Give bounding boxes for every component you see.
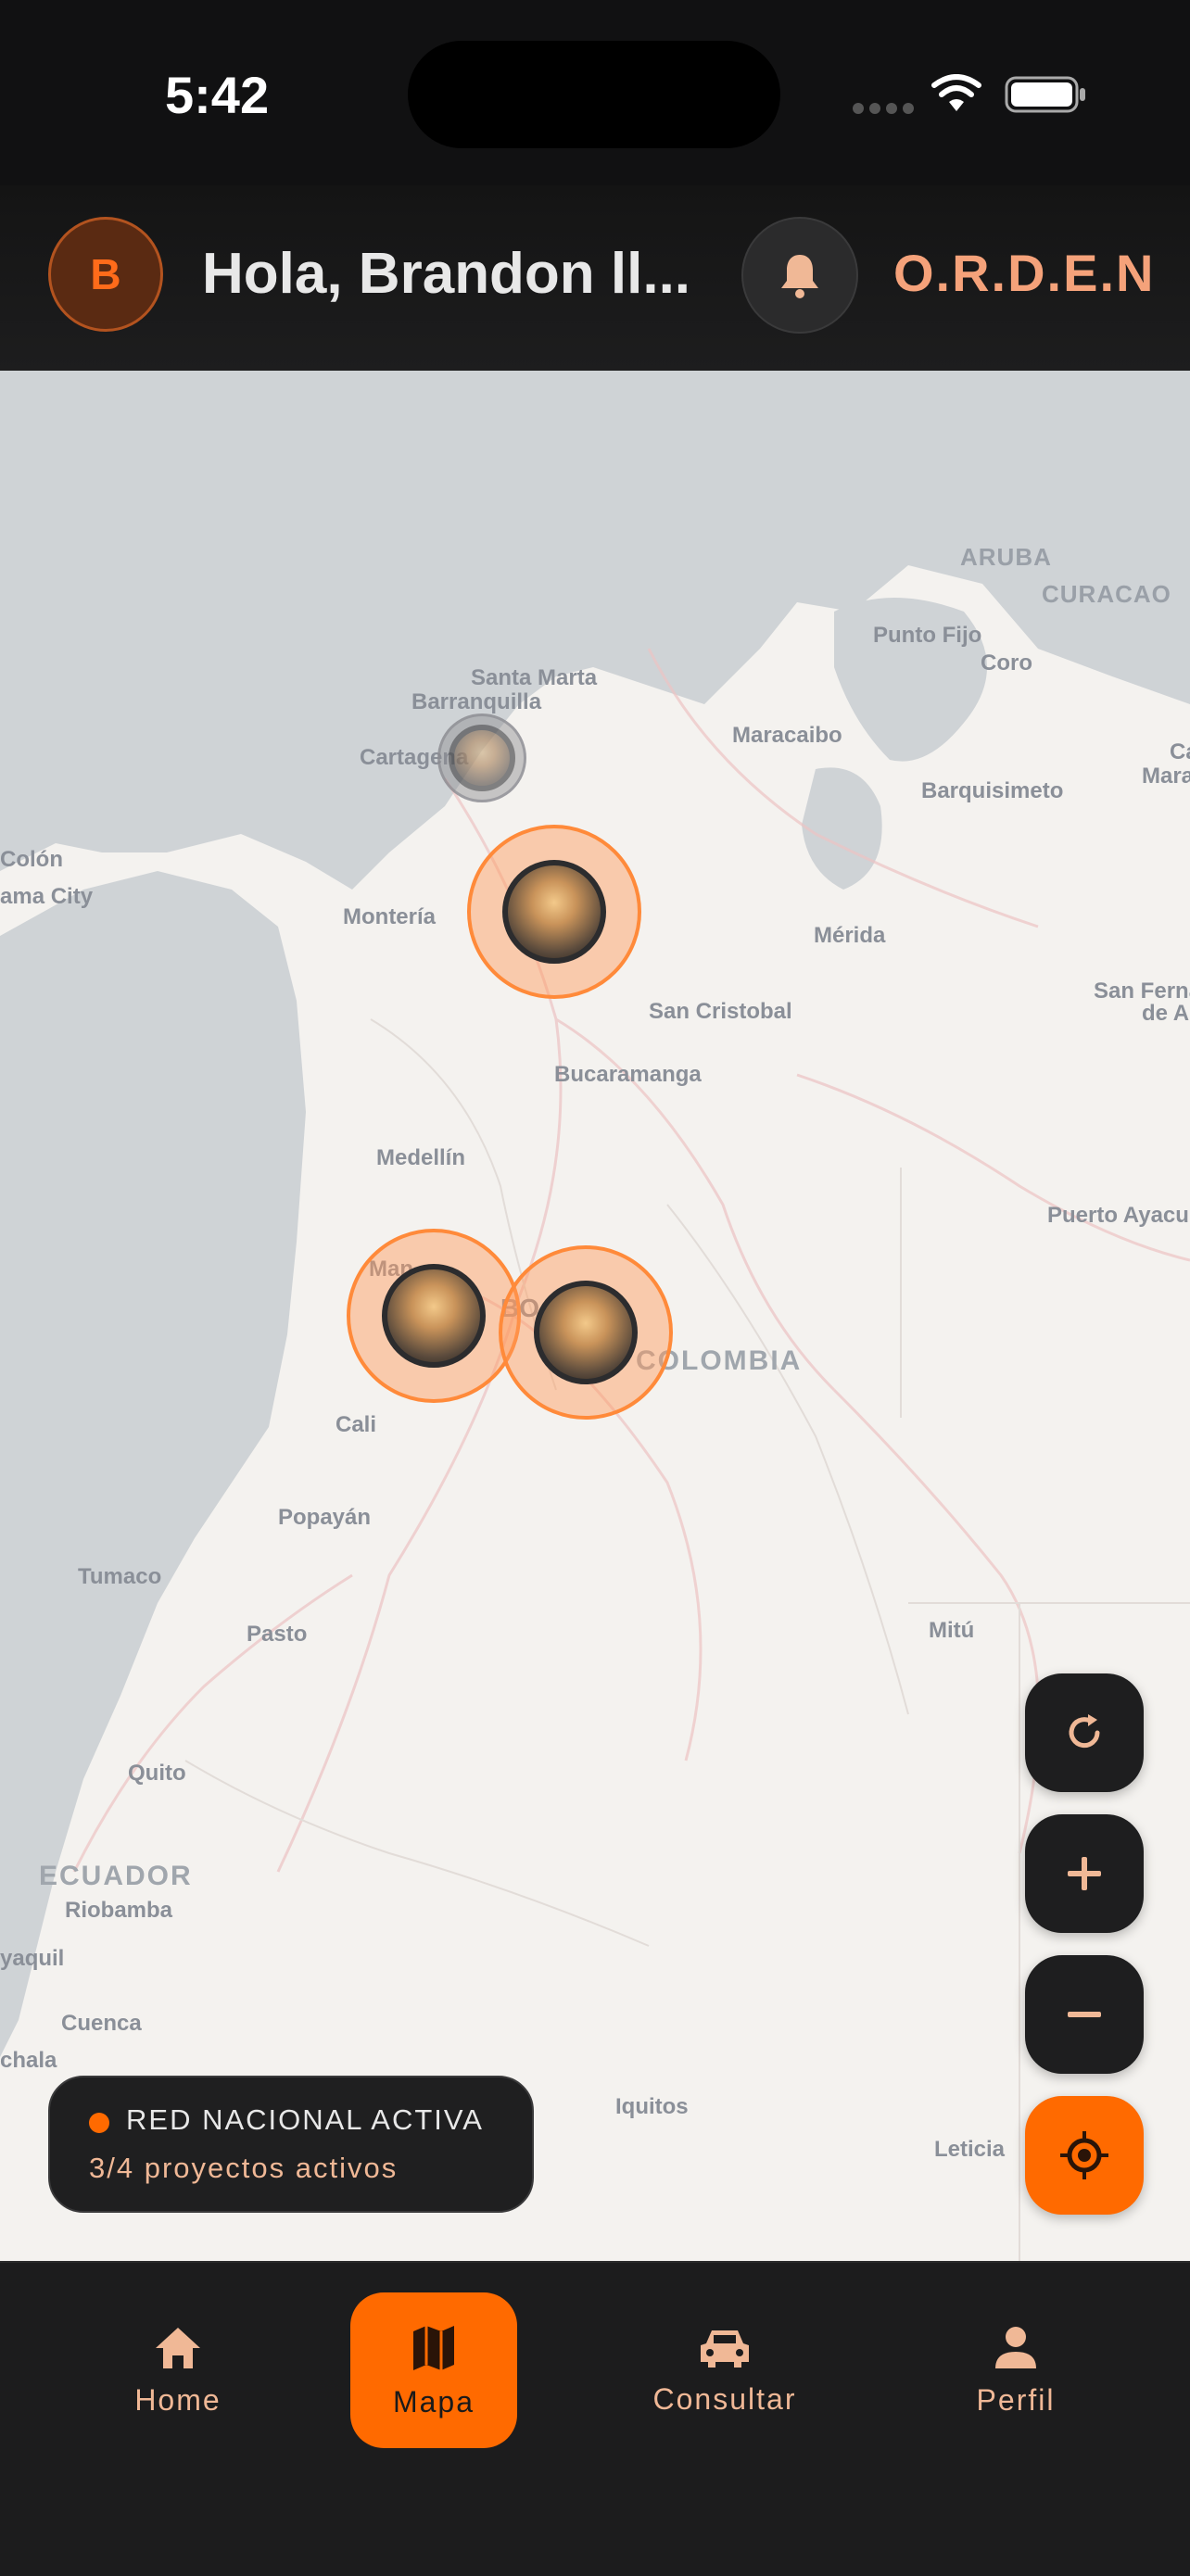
map-label-coro: Coro bbox=[981, 650, 1032, 676]
map-label-medellin: Medellín bbox=[376, 1145, 466, 1170]
project-marker-inactive[interactable] bbox=[437, 713, 526, 802]
notifications-button[interactable] bbox=[741, 217, 858, 334]
refresh-icon bbox=[1069, 1714, 1100, 1749]
map-label-colon: Colón bbox=[0, 847, 63, 872]
map-label-merida: Mérida bbox=[814, 923, 886, 948]
network-status-subtitle: 3/4 proyectos activos bbox=[89, 2152, 399, 2184]
map-label-mara: Mara bbox=[1142, 764, 1190, 789]
avatar[interactable]: B bbox=[48, 217, 163, 332]
crosshair-icon bbox=[1060, 2131, 1108, 2179]
map-label-machala: chala bbox=[0, 2048, 57, 2073]
nav-item-perfil[interactable]: Perfil bbox=[932, 2292, 1099, 2448]
map-label-mitu: Mitú bbox=[929, 1618, 975, 1643]
status-dot bbox=[89, 2113, 109, 2133]
map-label-cuenca: Cuenca bbox=[61, 2011, 142, 2036]
nav-label-map: Mapa bbox=[392, 2384, 475, 2418]
network-status-title: RED NACIONAL ACTIVA bbox=[126, 2103, 484, 2136]
bell-icon bbox=[781, 255, 818, 298]
map-label-popayan: Popayán bbox=[278, 1505, 372, 1530]
project-marker[interactable] bbox=[347, 1229, 521, 1403]
nav-label-consultar: Consultar bbox=[652, 2381, 797, 2416]
map-label-curacao: CURACAO bbox=[1042, 580, 1171, 608]
wifi-icon bbox=[931, 74, 981, 111]
map-label-barranquilla: Barranquilla bbox=[411, 689, 542, 714]
map-icon bbox=[413, 2325, 454, 2370]
map-label-punto-fijo: Punto Fijo bbox=[873, 623, 982, 648]
map-label-puerto-ayacucho: Puerto Ayacu bbox=[1047, 1203, 1189, 1228]
nav-label-home: Home bbox=[134, 2382, 222, 2417]
map-label-riobamba: Riobamba bbox=[65, 1898, 173, 1923]
map-view[interactable]: ARUBA CURACAO Punto Fijo Coro Santa Mart… bbox=[0, 371, 1190, 2261]
map-label-pasto: Pasto bbox=[247, 1622, 308, 1647]
status-time: 5:42 bbox=[165, 66, 270, 124]
status-bar: 5:42 bbox=[0, 0, 1190, 185]
minus-icon bbox=[1068, 2012, 1101, 2017]
map-label-tumaco: Tumaco bbox=[78, 1564, 162, 1589]
home-icon bbox=[156, 2327, 200, 2368]
avatar-initial: B bbox=[90, 250, 121, 298]
map-label-quito: Quito bbox=[128, 1761, 186, 1786]
map-label-aruba: ARUBA bbox=[960, 543, 1052, 571]
map-label-ecuador: ECUADOR bbox=[39, 1861, 193, 1891]
cellular-signal-icon bbox=[853, 102, 919, 119]
person-icon bbox=[995, 2326, 1036, 2368]
map-label-guayaquil: yaquil bbox=[0, 1946, 65, 1971]
map-label-bucaramanga: Bucaramanga bbox=[554, 1062, 702, 1087]
car-icon bbox=[701, 2330, 749, 2368]
map-label-maracaibo: Maracaibo bbox=[732, 723, 842, 748]
map-label-ca: Ca bbox=[1170, 739, 1190, 764]
map-label-san-fernando-2: de A bbox=[1142, 1001, 1190, 1026]
nav-item-map[interactable]: Mapa bbox=[350, 2292, 517, 2448]
dynamic-island bbox=[408, 41, 780, 148]
map-label-iquitos: Iquitos bbox=[615, 2094, 689, 2119]
map-label-monteria: Montería bbox=[343, 904, 437, 929]
refresh-button[interactable] bbox=[1025, 1673, 1144, 1792]
battery-icon bbox=[1005, 76, 1085, 113]
nav-label-perfil: Perfil bbox=[976, 2382, 1056, 2417]
map-label-santa-marta: Santa Marta bbox=[471, 665, 598, 690]
zoom-out-button[interactable] bbox=[1025, 1955, 1144, 2074]
nav-item-consultar[interactable]: Consultar bbox=[641, 2292, 808, 2448]
zoom-in-button[interactable] bbox=[1025, 1814, 1144, 1933]
nav-item-home[interactable]: Home bbox=[95, 2292, 261, 2448]
map-label-cali: Cali bbox=[335, 1412, 377, 1437]
plus-icon bbox=[1068, 1857, 1101, 1890]
greeting-text: Hola, Brandon ll... bbox=[202, 242, 691, 306]
map-label-panama-city: ama City bbox=[0, 884, 94, 909]
map-label-barquisimeto: Barquisimeto bbox=[921, 778, 1064, 803]
project-marker[interactable] bbox=[467, 825, 641, 999]
project-marker[interactable] bbox=[499, 1245, 673, 1420]
locate-me-button[interactable] bbox=[1025, 2096, 1144, 2215]
network-status-card: RED NACIONAL ACTIVA 3/4 proyectos activo… bbox=[48, 2076, 534, 2213]
map-label-leticia: Leticia bbox=[934, 2137, 1006, 2162]
brand-title: O.R.D.E.N bbox=[893, 244, 1156, 302]
map-label-san-cristobal: San Cristobal bbox=[649, 999, 792, 1024]
